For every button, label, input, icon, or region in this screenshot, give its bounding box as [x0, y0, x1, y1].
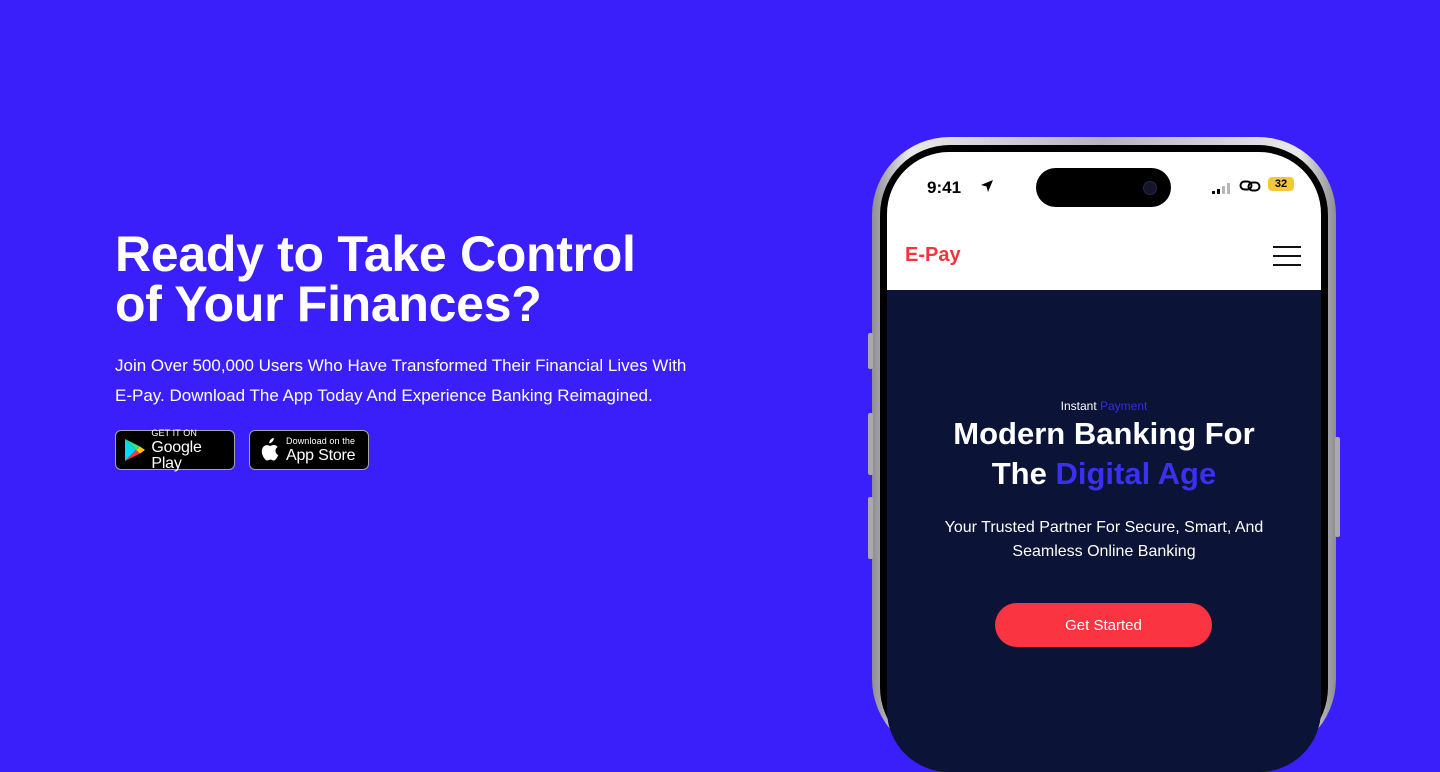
- eyebrow-highlight: Payment: [1100, 399, 1148, 413]
- hero-title-line-2: The Digital Age: [887, 454, 1321, 494]
- battery-indicator: 32: [1268, 177, 1294, 191]
- phone-volume-down-button: [868, 497, 873, 559]
- link-icon: [1239, 179, 1261, 198]
- front-camera-icon: [1143, 181, 1157, 195]
- hero-title-highlight: Digital Age: [1055, 456, 1217, 491]
- apple-icon: [257, 437, 281, 463]
- status-time: 9:41: [927, 178, 962, 197]
- brand-logo[interactable]: E-Pay: [905, 244, 961, 267]
- hero-subtitle: Your Trusted Partner For Secure, Smart, …: [887, 516, 1321, 564]
- phone-action-button: [868, 333, 873, 369]
- google-play-small-label: GET IT ON: [151, 427, 197, 438]
- subtext-line-1: Join Over 500,000 Users Who Have Transfo…: [115, 356, 687, 375]
- location-arrow-icon: [980, 179, 994, 198]
- dynamic-island: [1036, 168, 1171, 207]
- app-store-button[interactable]: Download on the App Store: [249, 430, 369, 470]
- google-play-icon: [123, 437, 146, 463]
- subtext: Join Over 500,000 Users Who Have Transfo…: [115, 351, 735, 411]
- hero-subtitle-line-1: Your Trusted Partner For Secure, Smart, …: [944, 519, 1264, 536]
- headline-line-2: of Your Finances?: [115, 276, 542, 332]
- hero-title: Modern Banking For The Digital Age: [887, 414, 1321, 494]
- signal-icon: [1212, 181, 1232, 199]
- phone-power-button: [1335, 437, 1340, 537]
- hero-eyebrow: Instant Payment: [887, 399, 1321, 413]
- hamburger-menu-icon[interactable]: [1273, 246, 1301, 266]
- headline-line-1: Ready to Take Control: [115, 226, 636, 282]
- phone-mockup: 9:41 32 E-Pay Instant Payment Modern Ban…: [868, 137, 1340, 772]
- get-started-button[interactable]: Get Started: [995, 603, 1212, 647]
- app-store-small-label: Download on the: [286, 435, 356, 446]
- phone-volume-up-button: [868, 413, 873, 475]
- google-play-button[interactable]: GET IT ON Google Play: [115, 427, 235, 472]
- google-play-label: Google Play: [151, 438, 202, 472]
- eyebrow-text: Instant: [1060, 399, 1097, 413]
- hero-title-line-1: Modern Banking For: [953, 416, 1255, 451]
- hero-title-plain: The: [991, 456, 1047, 491]
- headline: Ready to Take Control of Your Finances?: [115, 229, 755, 329]
- app-header: E-Pay: [887, 222, 1321, 290]
- status-bar: 9:41 32: [887, 152, 1321, 222]
- hero-subtitle-line-2: Seamless Online Banking: [1012, 543, 1196, 560]
- app-store-label: App Store: [286, 446, 356, 464]
- subtext-line-2: E-Pay. Download The App Today And Experi…: [115, 386, 653, 405]
- phone-screen: 9:41 32 E-Pay Instant Payment Modern Ban…: [887, 152, 1321, 772]
